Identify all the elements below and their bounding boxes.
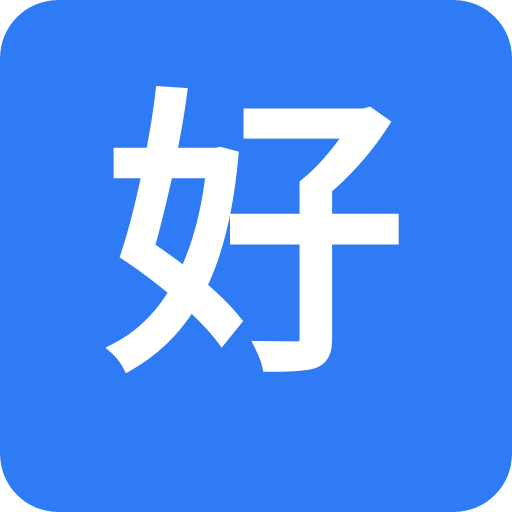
app-icon: 好	[0, 0, 512, 512]
app-icon-glyph: 好	[101, 65, 406, 414]
app-icon-svg: 好	[0, 0, 512, 512]
